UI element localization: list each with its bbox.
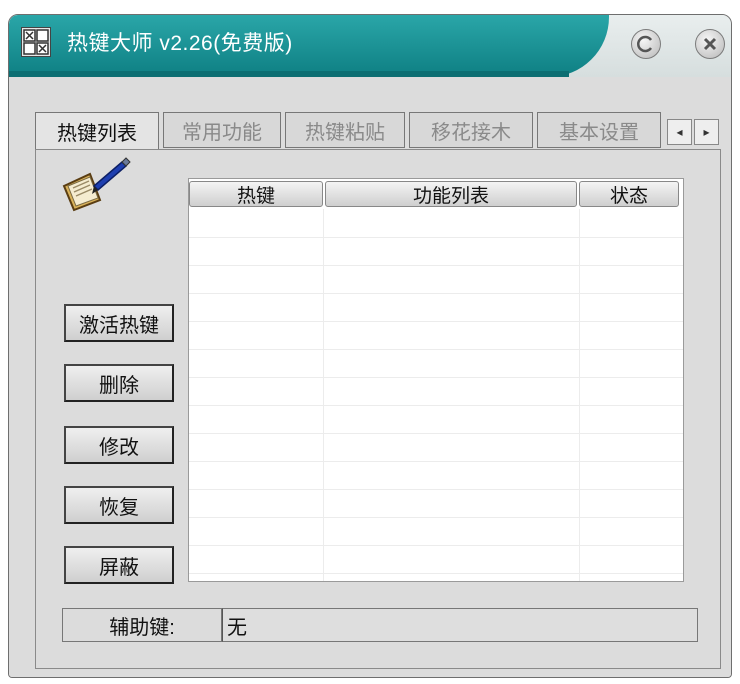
restore-button[interactable]: 恢复 [64,486,174,524]
tab-basic-settings[interactable]: 基本设置 [537,112,661,148]
table-row [189,405,683,434]
book-pen-icon [62,157,131,212]
column-function-list[interactable]: 功能列表 [325,181,577,207]
tab-scroll: ◂ ▸ [667,119,721,145]
title-bar[interactable]: 热键大师 v2.26(免费版) [9,15,731,77]
main-content: 热键列表 常用功能 热键粘贴 移花接木 基本设置 ◂ ▸ 热键 功能列表 状态 … [9,77,731,677]
table-row [189,377,683,406]
column-status[interactable]: 状态 [579,181,679,207]
tab-graft[interactable]: 移花接木 [409,112,533,148]
table-row [189,321,683,350]
window-title: 热键大师 v2.26(免费版) [67,32,293,55]
hotkey-table[interactable]: 热键 功能列表 状态 [188,178,684,582]
table-row [189,293,683,322]
modifier-value: 无 [222,608,698,642]
minimize-button[interactable] [631,29,661,59]
activate-hotkey-button[interactable]: 激活热键 [64,304,174,342]
hotkey-list-panel: 热键 功能列表 状态 激活热键 删除 修改 恢复 屏蔽 辅助键: 无 [35,149,721,669]
column-divider [579,209,580,581]
table-row [189,517,683,546]
column-hotkey[interactable]: 热键 [189,181,323,207]
minimize-icon [637,35,653,53]
modifier-label: 辅助键: [62,608,222,642]
table-row [189,489,683,518]
table-row [189,545,683,574]
table-row [189,265,683,294]
table-row [189,349,683,378]
table-row [189,461,683,490]
table-row [189,433,683,462]
chevron-right-icon[interactable]: ▸ [694,119,719,145]
modifier-status: 辅助键: 无 [62,608,698,642]
column-divider [323,209,324,581]
delete-button[interactable]: 删除 [64,364,174,402]
tab-hotkey-list[interactable]: 热键列表 [35,112,159,150]
app-window: 热键大师 v2.26(免费版) 热键列表 常用功能 热键粘贴 移花接木 基本设置… [8,14,732,678]
table-header: 热键 功能列表 状态 [189,179,683,209]
table-body[interactable] [189,209,683,581]
close-icon [703,37,717,51]
mask-button[interactable]: 屏蔽 [64,546,174,584]
tab-hotkey-paste[interactable]: 热键粘贴 [285,112,405,148]
close-button[interactable] [695,29,725,59]
tab-common-functions[interactable]: 常用功能 [163,112,281,148]
modify-button[interactable]: 修改 [64,426,174,464]
table-row [189,209,683,238]
chevron-left-icon[interactable]: ◂ [667,119,692,145]
table-row [189,237,683,266]
hotkey-grid-icon[interactable] [21,27,51,57]
